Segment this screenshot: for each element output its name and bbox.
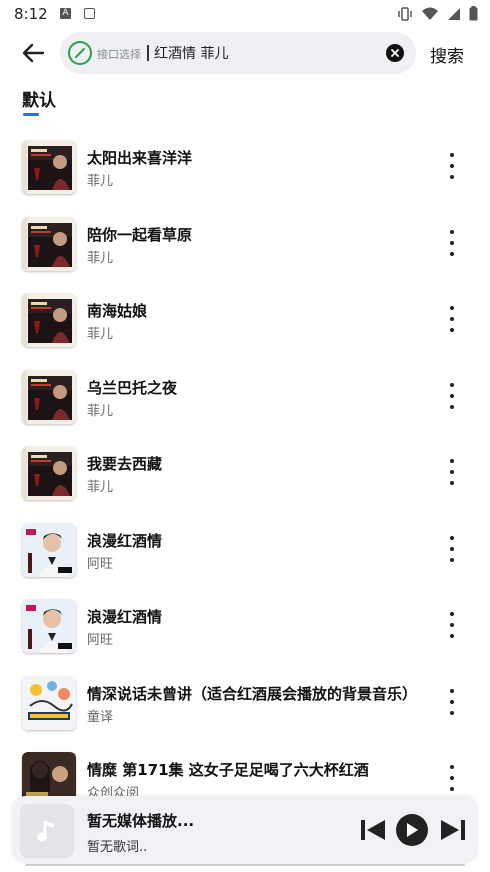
more-vert-icon (450, 535, 454, 540)
song-artist: 阿旺 (87, 633, 114, 648)
skip-previous-icon (361, 820, 385, 840)
song-artist: 菲儿 (87, 174, 114, 189)
vibrate-icon (398, 6, 412, 21)
more-vert-icon (450, 306, 454, 310)
song-row[interactable]: 太阳出来喜洋洋 菲儿 (0, 127, 490, 203)
search-input[interactable] (154, 43, 369, 63)
song-title: 乌兰巴托之夜 (87, 378, 178, 397)
more-vert-icon (450, 612, 454, 616)
more-options-button[interactable] (440, 229, 464, 256)
search-box: 接口选择 (60, 32, 416, 74)
clear-search-button[interactable] (386, 44, 404, 62)
search-button[interactable]: 搜索 (430, 42, 464, 67)
tab-indicator (23, 113, 39, 116)
song-title: 情糜 第171集 这女子足足喝了六大杯红酒 (87, 761, 369, 779)
next-button[interactable] (440, 818, 466, 846)
player-title: 暂无媒体播放... (87, 812, 195, 830)
song-title: 我要去西藏 (87, 455, 163, 473)
song-artist: 菲儿 (87, 480, 114, 495)
more-options-button[interactable] (440, 535, 464, 562)
song-row[interactable]: 乌兰巴托之夜 菲儿 (0, 357, 490, 433)
more-options-button[interactable] (440, 382, 464, 409)
song-row[interactable]: 浪漫红酒情 阿旺 (0, 510, 490, 586)
music-note-icon (37, 821, 54, 842)
interface-select-label[interactable]: 接口选择 (97, 46, 141, 62)
more-vert-icon (450, 688, 454, 693)
player-artwork (20, 804, 74, 858)
signal-icon (448, 7, 460, 20)
status-icons (397, 6, 478, 21)
album-cover (22, 599, 76, 653)
back-arrow-icon (22, 43, 45, 63)
more-options-button[interactable] (440, 306, 464, 332)
more-options-button[interactable] (440, 459, 464, 485)
a-icon: A (60, 8, 71, 19)
status-time: 8:12 (14, 5, 48, 23)
song-title: 情深说话未曾讲（适合红酒展会播放的背景音乐） (87, 684, 418, 703)
song-artist: 菲儿 (87, 327, 114, 342)
more-options-button[interactable] (440, 765, 464, 791)
skip-next-icon (441, 820, 465, 840)
song-title: 南海姑娘 (87, 302, 148, 320)
song-title: 浪漫红酒情 (87, 608, 163, 626)
album-cover (22, 140, 76, 194)
player-progress-bar (25, 864, 465, 866)
search-divider (147, 45, 149, 61)
square-icon (84, 8, 95, 19)
more-vert-icon (450, 229, 454, 234)
song-row[interactable]: 浪漫红酒情 阿旺 (0, 586, 490, 662)
top-bar: 接口选择 搜索 (0, 30, 490, 78)
tab-default[interactable]: 默认 (22, 86, 56, 111)
battery-icon (469, 6, 478, 21)
previous-button[interactable] (360, 818, 386, 846)
album-cover (22, 522, 76, 577)
song-artist: 阿旺 (87, 556, 114, 572)
album-cover (22, 216, 76, 271)
close-icon (391, 49, 399, 57)
song-artist: 童译 (87, 709, 114, 725)
song-artist: 菲儿 (87, 403, 114, 419)
song-artist: 菲儿 (87, 250, 114, 266)
song-row[interactable]: 情深说话未曾讲（适合红酒展会播放的背景音乐） 童译 (0, 663, 490, 739)
song-title: 陪你一起看草原 (87, 225, 193, 244)
play-icon (407, 823, 418, 837)
more-options-button[interactable] (440, 612, 464, 638)
wifi-icon (422, 7, 438, 20)
album-cover (22, 369, 76, 424)
song-row[interactable]: 南海姑娘 菲儿 (0, 280, 490, 356)
more-vert-icon (450, 765, 454, 769)
play-button[interactable] (396, 814, 428, 846)
more-vert-icon (450, 382, 454, 387)
back-button[interactable] (16, 38, 50, 68)
song-title: 浪漫红酒情 (87, 531, 163, 550)
player-lyric: 暂无歌词.. (87, 840, 148, 855)
more-vert-icon (450, 459, 454, 463)
more-options-button[interactable] (440, 153, 464, 179)
album-cover (22, 675, 76, 730)
mini-player[interactable]: 暂无媒体播放... 暂无歌词.. (12, 796, 478, 864)
song-row[interactable]: 陪你一起看草原 菲儿 (0, 204, 490, 280)
status-bar: 8:12 A (0, 0, 490, 28)
album-cover (22, 293, 76, 347)
song-title: 太阳出来喜洋洋 (87, 149, 193, 167)
song-row[interactable]: 我要去西藏 菲儿 (0, 433, 490, 509)
more-options-button[interactable] (440, 688, 464, 715)
album-cover (22, 446, 76, 500)
more-vert-icon (450, 153, 454, 157)
link-icon[interactable] (68, 41, 92, 65)
